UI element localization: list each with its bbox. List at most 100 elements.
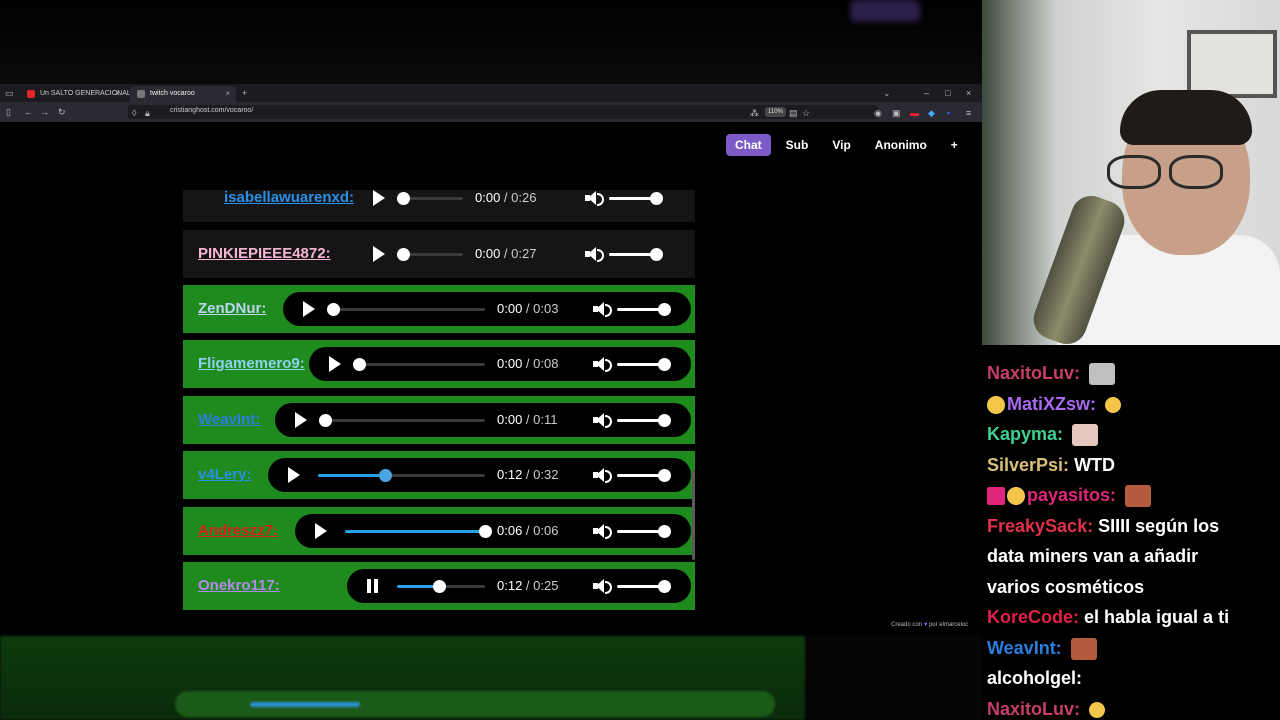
volume-icon[interactable] (593, 578, 612, 594)
volume-icon[interactable] (593, 523, 612, 539)
chat-username[interactable]: Kapyma: (987, 424, 1063, 444)
volume-icon[interactable] (585, 190, 604, 206)
chat-username[interactable]: NaxitoLuv: (987, 699, 1080, 719)
extension-blue-icon[interactable]: ◆ (928, 108, 935, 118)
browser-tab-vocaroo[interactable]: twitch vocaroo × (130, 86, 236, 102)
volume-icon[interactable] (593, 356, 612, 372)
play-icon[interactable] (315, 523, 327, 539)
play-icon[interactable] (295, 412, 307, 428)
seek-bar[interactable] (318, 469, 485, 482)
chat-username[interactable]: MatiXZsw: (1007, 394, 1096, 414)
nav-vip-button[interactable]: Vip (823, 134, 859, 156)
username-link[interactable]: isabellawuarenxd: (224, 190, 354, 222)
extensions-icon[interactable]: ▣ (892, 108, 901, 118)
new-tab-button[interactable]: + (242, 88, 247, 98)
volume-icon[interactable] (593, 412, 612, 428)
chat-username[interactable]: alcoholgel: (987, 668, 1082, 688)
account-icon[interactable]: ◉ (874, 108, 882, 118)
seek-bar[interactable] (345, 525, 492, 538)
volume-handle[interactable] (658, 525, 671, 538)
forward-icon[interactable]: → (40, 107, 49, 117)
nav-sub-button[interactable]: Sub (777, 134, 818, 156)
seek-handle[interactable] (479, 525, 492, 538)
volume-handle[interactable] (650, 192, 663, 205)
back-icon[interactable]: ← (24, 107, 33, 117)
volume-handle[interactable] (658, 469, 671, 482)
reload-icon[interactable]: ↻ (58, 107, 66, 117)
minimize-icon[interactable]: – (924, 88, 929, 98)
username-link[interactable]: PINKIEPIEEE4872: (198, 230, 331, 278)
volume-icon[interactable] (585, 246, 604, 262)
tab-overview-icon[interactable]: ▭ (5, 88, 14, 98)
shield-icon[interactable]: ◊ (132, 108, 136, 118)
time-display: 0:12 / 0:25 (497, 578, 559, 593)
volume-icon[interactable] (593, 301, 612, 317)
volume-slider[interactable] (609, 192, 663, 205)
menu-icon[interactable]: ≡ (966, 108, 971, 118)
chat-username[interactable]: FreakySack: (987, 516, 1093, 536)
chat-username[interactable]: KoreCode: (987, 607, 1079, 627)
url-text[interactable]: cristianghost.com/vocaroo/ (170, 107, 253, 114)
play-icon[interactable] (288, 467, 300, 483)
seek-bar[interactable] (397, 248, 463, 261)
volume-slider[interactable] (617, 303, 671, 316)
nav-anonimo-button[interactable]: Anonimo (866, 134, 936, 156)
volume-slider[interactable] (609, 248, 663, 261)
seek-handle[interactable] (397, 248, 410, 261)
volume-slider[interactable] (617, 414, 671, 427)
volume-icon[interactable] (593, 467, 612, 483)
close-tab-icon[interactable]: × (115, 86, 120, 102)
seek-bar[interactable] (319, 414, 485, 427)
nav-add-button[interactable]: + (942, 134, 967, 156)
username-link[interactable]: Onekro117: (198, 562, 280, 610)
maximize-icon[interactable]: □ (945, 88, 950, 98)
seek-handle[interactable] (327, 303, 340, 316)
username-link[interactable]: v4Lery: (198, 451, 251, 499)
volume-slider[interactable] (617, 358, 671, 371)
reader-icon[interactable]: ▤ (789, 108, 798, 118)
browser-tab-youtube[interactable]: Un SALTO GENERACIONAL IMF × (20, 86, 145, 102)
seek-bar[interactable] (397, 580, 485, 593)
chat-username[interactable]: SilverPsi: (987, 455, 1069, 475)
seek-bar[interactable] (397, 192, 463, 205)
window-close-icon[interactable]: × (966, 88, 971, 98)
volume-handle[interactable] (658, 303, 671, 316)
webcam-feed (982, 0, 1280, 345)
username-link[interactable]: ZenDNur: (198, 285, 266, 333)
seek-handle[interactable] (319, 414, 332, 427)
play-icon[interactable] (373, 246, 385, 262)
extension-square-icon[interactable]: ▪ (947, 108, 950, 118)
play-icon[interactable] (373, 190, 385, 206)
play-icon[interactable] (329, 356, 341, 372)
seek-bar[interactable] (327, 303, 485, 316)
volume-handle[interactable] (658, 580, 671, 593)
pause-icon[interactable] (367, 579, 378, 593)
tab-list-icon[interactable]: ⌄ (883, 88, 891, 98)
chat-username[interactable]: NaxitoLuv: (987, 363, 1080, 383)
close-tab-icon[interactable]: × (225, 86, 230, 102)
seek-handle[interactable] (433, 580, 447, 593)
chat-username[interactable]: WeavInt: (987, 638, 1062, 658)
scrollbar[interactable] (692, 470, 695, 560)
sidebar-icon[interactable]: ▯ (6, 107, 11, 117)
volume-handle[interactable] (650, 248, 663, 261)
seek-bar[interactable] (353, 358, 485, 371)
volume-slider[interactable] (617, 525, 671, 538)
seek-handle[interactable] (397, 192, 410, 205)
volume-handle[interactable] (658, 414, 671, 427)
extension-red-icon[interactable]: ▬ (910, 108, 919, 118)
chat-username[interactable]: payasitos: (1027, 485, 1116, 505)
bookmark-star-icon[interactable]: ☆ (802, 108, 810, 118)
volume-handle[interactable] (658, 358, 671, 371)
zoom-level-badge[interactable]: 110% (765, 107, 786, 117)
username-link[interactable]: Fligamemero9: (198, 340, 305, 388)
play-icon[interactable] (303, 301, 315, 317)
nav-chat-button[interactable]: Chat (726, 134, 771, 156)
username-link[interactable]: WeavInt: (198, 396, 260, 444)
volume-slider[interactable] (617, 469, 671, 482)
seek-handle[interactable] (353, 358, 366, 371)
seek-handle[interactable] (378, 469, 392, 482)
volume-slider[interactable] (617, 580, 671, 593)
username-link[interactable]: Andreszz7: (198, 507, 278, 555)
translate-icon[interactable]: ⁂ (750, 108, 759, 118)
